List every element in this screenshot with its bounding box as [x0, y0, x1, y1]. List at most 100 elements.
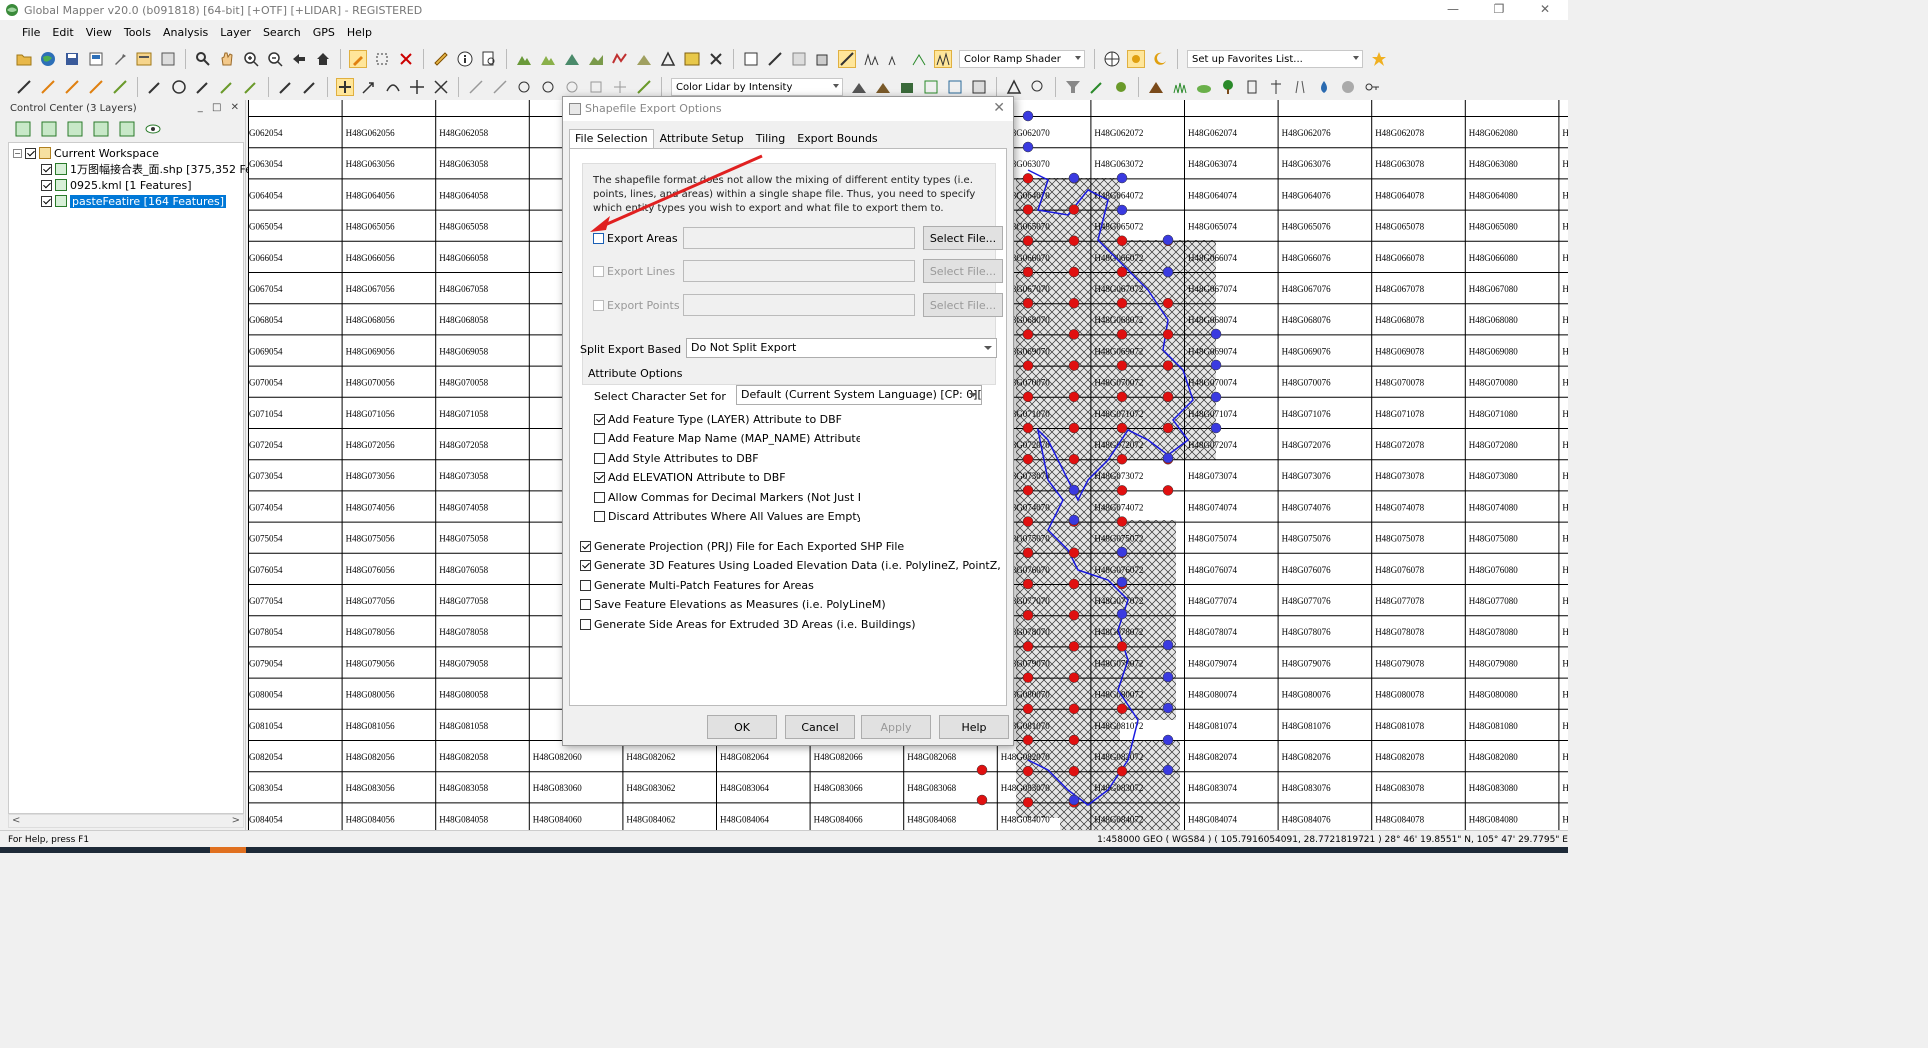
lidar-search-icon[interactable] — [1029, 78, 1047, 96]
export-areas-path-input[interactable] — [683, 227, 915, 249]
edit-tool-1-icon[interactable] — [277, 78, 295, 96]
cc-zoom-layer-icon[interactable] — [14, 120, 32, 138]
3d-cube-icon[interactable] — [814, 50, 832, 68]
terrain-icon[interactable] — [515, 50, 533, 68]
red-vertex[interactable] — [1116, 516, 1128, 527]
attr-option-1[interactable]: Add Feature Type (LAYER) Attribute to DB… — [594, 413, 860, 426]
export-points-checkbox[interactable] — [593, 299, 604, 311]
attr-option-4-checkbox[interactable] — [594, 472, 605, 484]
red-vertex[interactable] — [1022, 173, 1034, 184]
move-tool-icon[interactable] — [336, 78, 354, 96]
home-icon[interactable] — [314, 50, 332, 68]
web-globe-icon[interactable] — [1103, 50, 1121, 68]
lidar-tool-5-icon[interactable] — [946, 78, 964, 96]
tree-horizontal-scrollbar[interactable] — [8, 814, 244, 828]
vertex-8-icon[interactable] — [635, 78, 653, 96]
workspace-checkbox[interactable] — [25, 147, 36, 159]
red-vertex[interactable] — [1162, 360, 1174, 371]
viewshed-icon[interactable] — [587, 50, 605, 68]
star-move-icon[interactable] — [432, 78, 450, 96]
dialog-close-icon[interactable]: ✕ — [993, 100, 1005, 116]
maximize-button[interactable]: ❐ — [1476, 0, 1522, 20]
menu-layer[interactable]: Layer — [220, 26, 251, 39]
menu-tools[interactable]: Tools — [124, 26, 151, 39]
vertex-1-icon[interactable] — [467, 78, 485, 96]
shader-select[interactable]: Color Ramp Shader — [959, 50, 1085, 68]
tab-attribute-setup[interactable]: Attribute Setup — [654, 129, 750, 149]
red-vertex[interactable] — [1068, 641, 1080, 652]
blue-vertex[interactable] — [1162, 266, 1174, 278]
blue-vertex[interactable] — [1068, 172, 1080, 184]
red-vertex[interactable] — [1116, 266, 1128, 278]
red-vertex[interactable] — [1022, 297, 1034, 309]
menu-analysis[interactable]: Analysis — [163, 26, 208, 39]
red-vertex[interactable] — [1068, 765, 1080, 777]
gen-option-2-checkbox[interactable] — [580, 560, 591, 572]
vertex-3-icon[interactable] — [515, 78, 533, 96]
blue-vertex[interactable] — [1116, 546, 1128, 558]
blue-vertex[interactable] — [1162, 702, 1174, 714]
layer-3-checkbox[interactable] — [41, 195, 52, 207]
red-vertex[interactable] — [1162, 297, 1174, 309]
open-folder-icon[interactable] — [15, 50, 33, 68]
minimize-button[interactable]: — — [1430, 0, 1476, 20]
gen-option-1-checkbox[interactable] — [580, 541, 591, 552]
red-vertex[interactable] — [1116, 453, 1128, 465]
attr-option-3[interactable]: Add Style Attributes to DBF — [594, 452, 860, 465]
gen-option-5[interactable]: Generate Side Areas for Extruded 3D Area… — [580, 618, 1000, 631]
red-vertex[interactable] — [1068, 703, 1080, 715]
lidar-class-icon[interactable] — [1112, 78, 1130, 96]
layer-item-2[interactable]: 0925.kml [1 Features] — [41, 177, 192, 193]
move-2-icon[interactable] — [360, 78, 378, 96]
gen-option-4[interactable]: Save Feature Elevations as Measures (i.e… — [580, 598, 1000, 611]
sun-icon[interactable] — [1127, 50, 1145, 68]
lidar-tool-3-icon[interactable] — [898, 78, 916, 96]
red-vertex[interactable] — [1022, 204, 1034, 215]
blue-vertex[interactable] — [1116, 576, 1128, 588]
delete-icon[interactable] — [397, 50, 415, 68]
red-vertex[interactable] — [1022, 797, 1034, 808]
gen-option-3[interactable]: Generate Multi-Patch Features for Areas — [580, 579, 1000, 592]
red-vertex[interactable] — [1022, 453, 1034, 465]
blue-vertex[interactable] — [1210, 391, 1222, 403]
layer-icon[interactable] — [135, 50, 153, 68]
line-tool-1-icon[interactable] — [15, 78, 33, 96]
cc-add-icon[interactable] — [40, 120, 58, 138]
blue-vertex[interactable] — [1162, 671, 1174, 683]
gen-option-1[interactable]: Generate Projection (PRJ) File for Each … — [580, 540, 1000, 553]
export-icon[interactable] — [87, 50, 105, 68]
cancel-button[interactable]: Cancel — [785, 715, 855, 739]
cc-maximize-button[interactable]: □ — [212, 102, 221, 113]
attr-option-4[interactable]: Add ELEVATION Attribute to DBF — [594, 471, 860, 484]
path-icon[interactable] — [766, 50, 784, 68]
menu-gps[interactable]: GPS — [313, 26, 335, 39]
triangle-icon[interactable] — [1005, 78, 1023, 96]
blue-vertex[interactable] — [1022, 141, 1034, 153]
red-vertex[interactable] — [1068, 734, 1080, 746]
red-vertex[interactable] — [1116, 360, 1128, 371]
feature-icon[interactable] — [659, 50, 677, 68]
red-vertex[interactable] — [1022, 734, 1034, 746]
attr-option-3-checkbox[interactable] — [594, 452, 605, 464]
red-vertex[interactable] — [1022, 641, 1034, 652]
select-rect-icon[interactable] — [373, 50, 391, 68]
wrench-icon[interactable] — [111, 50, 129, 68]
red-vertex[interactable] — [1022, 516, 1034, 527]
config-icon[interactable] — [159, 50, 177, 68]
close-tool-icon[interactable] — [707, 50, 725, 68]
red-vertex[interactable] — [1068, 672, 1080, 683]
ok-button[interactable]: OK — [707, 715, 777, 739]
export-areas-checkbox[interactable] — [593, 232, 604, 244]
blue-vertex[interactable] — [1116, 204, 1128, 216]
blue-vertex[interactable] — [1162, 639, 1174, 651]
blue-vertex[interactable] — [1162, 234, 1174, 246]
blue-vertex[interactable] — [1210, 359, 1222, 371]
shader-icon[interactable] — [934, 50, 952, 68]
red-vertex[interactable] — [1068, 266, 1080, 278]
red-vertex[interactable] — [1068, 609, 1080, 621]
red-vertex[interactable] — [1022, 609, 1034, 621]
blue-vertex[interactable] — [1210, 422, 1222, 434]
red-vertex[interactable] — [1116, 765, 1128, 777]
bush-icon[interactable] — [1195, 78, 1213, 96]
attr-option-6-checkbox[interactable] — [594, 511, 605, 522]
